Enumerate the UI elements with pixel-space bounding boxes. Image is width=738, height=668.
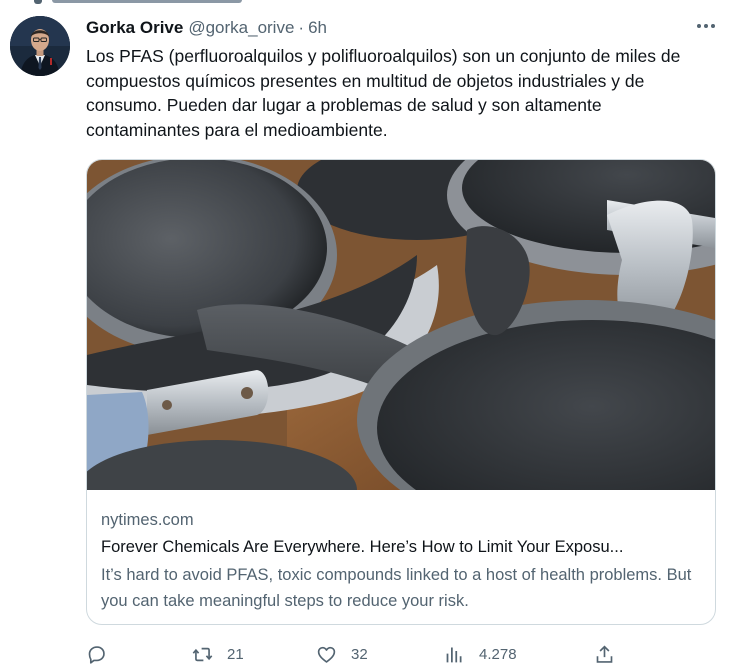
tweet-text: Los PFAS (perfluoroalquilos y polifluoro…	[86, 46, 681, 140]
author-handle[interactable]: @gorka_orive	[188, 18, 294, 38]
reply-icon	[88, 645, 105, 664]
views-chart-icon	[446, 647, 462, 662]
previous-tweet-remnant	[0, 0, 300, 10]
card-title: Forever Chemicals Are Everywhere. Here’s…	[101, 538, 624, 556]
share-icon	[596, 644, 613, 663]
frying-pans-photo	[87, 160, 715, 490]
card-image[interactable]	[87, 160, 715, 490]
like-count: 32	[351, 645, 368, 663]
share-button[interactable]	[594, 642, 615, 666]
retweet-count: 21	[227, 645, 244, 663]
tweet-actions: 21 32 4.278	[86, 642, 716, 668]
views-count: 4.278	[479, 645, 517, 663]
tweet-header: Gorka Orive @gorka_orive · 6h	[86, 17, 327, 39]
author-name[interactable]: Gorka Orive	[86, 18, 183, 38]
retweet-button[interactable]: 21	[192, 642, 244, 666]
views-button[interactable]: 4.278	[444, 642, 517, 666]
avatar[interactable]	[10, 16, 70, 76]
link-preview-card[interactable]: nytimes.com Forever Chemicals Are Everyw…	[86, 159, 716, 625]
more-horizontal-icon	[697, 24, 715, 28]
header-separator: ·	[298, 18, 305, 37]
avatar-photo	[10, 16, 70, 76]
card-domain: nytimes.com	[101, 511, 194, 529]
heart-icon	[317, 646, 336, 663]
reply-button[interactable]	[86, 642, 107, 666]
card-description: It’s hard to avoid PFAS, toxic compounds…	[101, 566, 692, 610]
card-text: nytimes.com Forever Chemicals Are Everyw…	[101, 509, 701, 614]
retweet-icon	[192, 647, 213, 661]
more-options-button[interactable]	[694, 14, 718, 38]
like-button[interactable]: 32	[316, 642, 368, 666]
tweet-timestamp[interactable]: 6h	[308, 18, 327, 38]
